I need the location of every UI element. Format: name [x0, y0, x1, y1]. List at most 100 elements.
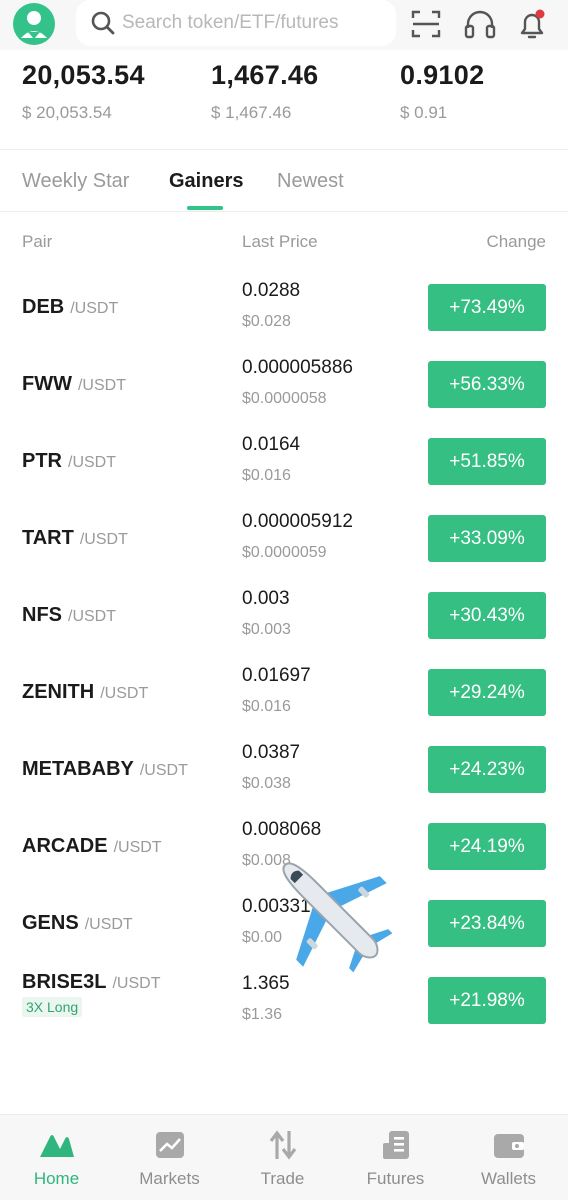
- nav-markets[interactable]: Markets: [113, 1115, 226, 1200]
- active-tab-indicator: [187, 206, 223, 210]
- pair-name: FWW/USDT: [22, 373, 126, 396]
- base-symbol: METABABY: [22, 758, 134, 780]
- markets-chart-icon: [156, 1132, 184, 1158]
- last-price: 0.0387: [242, 742, 301, 763]
- notification-bell-icon[interactable]: [514, 6, 550, 42]
- nav-label: Wallets: [480, 1169, 537, 1188]
- tab-newest[interactable]: Newest: [277, 170, 344, 193]
- base-symbol: ZENITH: [22, 681, 95, 703]
- trade-arrows-icon: [269, 1130, 297, 1160]
- last-price: 0.008068: [242, 819, 322, 840]
- change-badge: +21.98%: [428, 977, 546, 1024]
- stat-1[interactable]: 20,053.54 $ 20,053.54: [22, 60, 145, 123]
- nav-label: Trade: [260, 1169, 305, 1188]
- last-price-usd: $0.028: [242, 313, 291, 330]
- change-badge: +51.85%: [428, 438, 546, 485]
- bottom-navigation: Home Markets Trade Futures Wallets: [0, 1114, 568, 1200]
- stat-3[interactable]: 0.9102 $ 0.91: [400, 60, 484, 123]
- last-price: 0.0288: [242, 280, 301, 301]
- stat-value: 1,467.46: [211, 60, 319, 90]
- quote-symbol: /USDT: [70, 300, 119, 317]
- last-price: 0.000005886: [242, 357, 353, 378]
- nav-home[interactable]: Home: [0, 1115, 113, 1200]
- table-row[interactable]: FWW/USDT 0.000005886 $0.0000058 +56.33%: [0, 345, 568, 422]
- table-row[interactable]: METABABY/USDT 0.0387 $0.038 +24.23%: [0, 730, 568, 807]
- search-icon: [91, 11, 115, 35]
- nav-wallets[interactable]: Wallets: [452, 1115, 565, 1200]
- stat-usd-value: $ 20,053.54: [22, 103, 112, 122]
- last-price: 0.003: [242, 588, 290, 609]
- pair-name: GENS/USDT: [22, 912, 133, 935]
- nav-label: Futures: [366, 1169, 425, 1188]
- scan-icon[interactable]: [408, 6, 444, 42]
- pair-name: ZENITH/USDT: [22, 681, 148, 704]
- quote-symbol: /USDT: [68, 454, 116, 471]
- last-price-usd: $0.016: [242, 698, 291, 715]
- base-symbol: GENS: [22, 912, 79, 934]
- last-price-usd: $0.0000058: [242, 390, 327, 407]
- last-price: 0.000005912: [242, 511, 353, 532]
- stat-usd-value: $ 0.91: [400, 103, 448, 122]
- notification-dot: [535, 9, 545, 19]
- pair-name: METABABY/USDT: [22, 758, 188, 781]
- base-symbol: TART: [22, 527, 74, 549]
- nav-label: Home: [33, 1169, 80, 1188]
- stat-value: 0.9102: [400, 60, 485, 90]
- change-badge: +56.33%: [428, 361, 546, 408]
- change-badge: +29.24%: [428, 669, 546, 716]
- quote-symbol: /USDT: [77, 377, 126, 394]
- pair-name: NFS/USDT: [22, 604, 116, 627]
- table-row[interactable]: DEB/USDT 0.0288 $0.028 +73.49%: [0, 268, 568, 345]
- quote-symbol: /USDT: [100, 685, 149, 702]
- tab-gainers[interactable]: Gainers: [169, 170, 243, 193]
- airplane-icon: [282, 862, 393, 973]
- ranking-tabs: Weekly Star Gainers Newest: [0, 150, 568, 212]
- pair-name: BRISE3L/USDT: [22, 971, 160, 994]
- last-price: 0.01697: [242, 665, 311, 686]
- base-symbol: PTR: [22, 450, 62, 472]
- last-price: 0.0164: [242, 434, 301, 455]
- pair-name: TART/USDT: [22, 527, 128, 550]
- table-row[interactable]: PTR/USDT 0.0164 $0.016 +51.85%: [0, 422, 568, 499]
- nav-trade[interactable]: Trade: [226, 1115, 339, 1200]
- last-price-usd: $0.0000059: [242, 544, 327, 561]
- table-row[interactable]: NFS/USDT 0.003 $0.003 +30.43%: [0, 576, 568, 653]
- table-row[interactable]: TART/USDT 0.000005912 $0.0000059 +33.09%: [0, 499, 568, 576]
- column-header-pair: Pair: [22, 232, 53, 251]
- last-price-usd: $0.016: [242, 467, 291, 484]
- pair-name: DEB/USDT: [22, 296, 118, 319]
- table-row[interactable]: ZENITH/USDT 0.01697 $0.016 +29.24%: [0, 653, 568, 730]
- change-badge: +73.49%: [428, 284, 546, 331]
- pair-name: ARCADE/USDT: [22, 835, 162, 858]
- quote-symbol: /USDT: [84, 916, 133, 933]
- column-header-change[interactable]: Change: [486, 232, 546, 252]
- stat-2[interactable]: 1,467.46 $ 1,467.46: [211, 60, 319, 123]
- futures-icon: [383, 1131, 409, 1159]
- column-header-last-price: Last Price: [242, 232, 318, 251]
- base-symbol: BRISE3L: [22, 971, 107, 993]
- avatar-icon[interactable]: [8, 2, 60, 46]
- market-stats: 20,053.54 $ 20,053.54 1,467.46 $ 1,467.4…: [0, 50, 568, 150]
- pair-name: PTR/USDT: [22, 450, 116, 473]
- quote-symbol: /USDT: [112, 975, 161, 992]
- leverage-tag: 3X Long: [22, 997, 83, 1017]
- last-price-usd: $0.003: [242, 621, 291, 638]
- wallet-icon: [494, 1134, 524, 1158]
- change-badge: +23.84%: [428, 900, 546, 947]
- base-symbol: DEB: [22, 296, 65, 318]
- last-price-usd: $0.038: [242, 775, 291, 792]
- search-bar[interactable]: [76, 0, 396, 46]
- headset-icon[interactable]: [462, 6, 498, 42]
- base-symbol: NFS: [22, 604, 62, 626]
- stat-value: 20,053.54: [22, 60, 145, 90]
- change-badge: +30.43%: [428, 592, 546, 639]
- quote-symbol: /USDT: [79, 531, 128, 548]
- base-symbol: FWW: [22, 373, 72, 395]
- search-input[interactable]: [122, 0, 384, 46]
- quote-symbol: /USDT: [139, 762, 188, 779]
- nav-futures[interactable]: Futures: [339, 1115, 452, 1200]
- change-badge: +24.23%: [428, 746, 546, 793]
- quote-symbol: /USDT: [113, 839, 162, 856]
- tab-weekly-star[interactable]: Weekly Star: [22, 170, 129, 193]
- top-bar: [0, 0, 568, 50]
